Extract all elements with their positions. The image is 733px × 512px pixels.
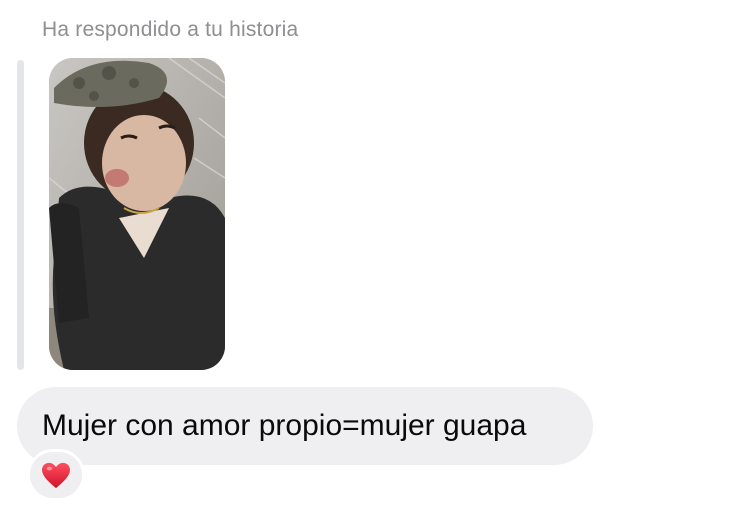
story-reply-label: Ha respondido a tu historia (42, 18, 299, 41)
quote-bar (17, 60, 24, 370)
heart-icon (42, 462, 70, 488)
message-text: Mujer con amor propio=mujer guapa (42, 409, 527, 442)
reaction-badge[interactable] (27, 449, 85, 501)
story-photo (49, 58, 225, 370)
story-thumbnail[interactable] (49, 58, 225, 370)
message-bubble[interactable]: Mujer con amor propio=mujer guapa (17, 387, 593, 465)
